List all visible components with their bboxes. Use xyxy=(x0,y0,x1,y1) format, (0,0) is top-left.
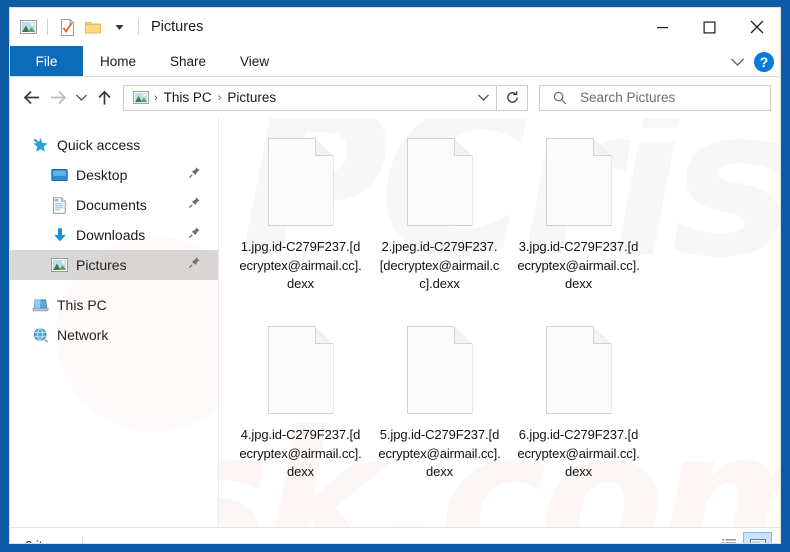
title-bar: Pictures xyxy=(10,8,780,46)
pin-icon-desktop[interactable] xyxy=(188,166,201,184)
qat-separator-1 xyxy=(47,19,48,35)
sidebar-gap-1 xyxy=(10,280,218,290)
pictures-folder-icon[interactable] xyxy=(18,17,38,37)
computer-icon xyxy=(32,297,49,314)
tab-file[interactable]: File xyxy=(10,46,83,76)
file-grid: 1.jpg.id-C279F237.[decryptex@airmail.cc]… xyxy=(219,118,780,506)
blank-document-icon xyxy=(406,138,473,226)
file-item[interactable]: 2.jpeg.id-C279F237.[decryptex@airmail.cc… xyxy=(370,130,509,318)
forward-button[interactable] xyxy=(45,83,70,113)
sidebar-item-network[interactable]: Network xyxy=(10,320,218,350)
file-name: 2.jpeg.id-C279F237.[decryptex@airmail.cc… xyxy=(379,239,500,291)
star-icon xyxy=(32,137,49,154)
file-item[interactable]: 1.jpg.id-C279F237.[decryptex@airmail.cc]… xyxy=(231,130,370,318)
documents-icon xyxy=(51,196,68,214)
breadcrumb-separator-2: › xyxy=(217,91,222,104)
blank-document-icon xyxy=(545,138,612,226)
pictures-icon xyxy=(51,257,68,274)
address-dropdown-chevron-icon[interactable] xyxy=(472,86,494,110)
sidebar-item-downloads[interactable]: Downloads xyxy=(10,220,218,250)
file-item[interactable]: 3.jpg.id-C279F237.[decryptex@airmail.cc]… xyxy=(509,130,648,318)
new-folder-icon[interactable] xyxy=(83,17,103,37)
blank-document-icon xyxy=(406,326,473,414)
explorer-content: Quick access Desktop Documents Downloads… xyxy=(10,118,780,527)
tab-home[interactable]: Home xyxy=(83,46,153,76)
pin-icon-downloads[interactable] xyxy=(188,226,201,244)
minimize-button[interactable] xyxy=(639,8,686,46)
navigation-pane: Quick access Desktop Documents Downloads… xyxy=(10,118,219,527)
sidebar-label-pictures: Pictures xyxy=(76,257,127,273)
downloads-icon xyxy=(51,227,68,244)
file-name: 3.jpg.id-C279F237.[decryptex@airmail.cc]… xyxy=(517,239,640,291)
sidebar-item-desktop[interactable]: Desktop xyxy=(10,160,218,190)
sidebar-label-documents: Documents xyxy=(76,197,147,213)
search-icon xyxy=(550,88,570,108)
tab-view[interactable]: View xyxy=(223,46,286,76)
blank-document-icon xyxy=(545,326,612,414)
maximize-button[interactable] xyxy=(686,8,733,46)
breadcrumb-this-pc[interactable]: This PC xyxy=(161,90,215,105)
sidebar-item-quick-access[interactable]: Quick access xyxy=(10,130,218,160)
sidebar-item-documents[interactable]: Documents xyxy=(10,190,218,220)
tab-share[interactable]: Share xyxy=(153,46,223,76)
sidebar-label-network: Network xyxy=(57,327,109,343)
recent-locations-chevron-icon[interactable] xyxy=(71,83,91,113)
details-view-button[interactable] xyxy=(714,532,743,543)
sidebar-label-this-pc: This PC xyxy=(57,297,107,313)
ribbon-tab-bar: File Home Share View ? xyxy=(10,46,780,77)
customize-chevron-icon[interactable] xyxy=(109,17,129,37)
search-placeholder: Search Pictures xyxy=(580,90,676,105)
properties-icon[interactable] xyxy=(57,17,77,37)
refresh-button[interactable] xyxy=(498,84,528,111)
large-icons-view-button[interactable] xyxy=(743,532,772,543)
ribbon-right-controls: ? xyxy=(727,46,774,77)
file-name: 6.jpg.id-C279F237.[decryptex@airmail.cc]… xyxy=(517,427,640,479)
address-bar[interactable]: › This PC › Pictures xyxy=(123,84,497,111)
file-name: 4.jpg.id-C279F237.[decryptex@airmail.cc]… xyxy=(239,427,362,479)
file-name: 5.jpg.id-C279F237.[decryptex@airmail.cc]… xyxy=(378,427,501,479)
up-button[interactable] xyxy=(92,83,117,113)
navigation-bar: › This PC › Pictures Search Pictures xyxy=(10,77,780,118)
sidebar-label-desktop: Desktop xyxy=(76,167,128,183)
status-separator xyxy=(81,535,83,543)
blank-document-icon xyxy=(267,138,334,226)
breadcrumb-pictures[interactable]: Pictures xyxy=(224,90,279,105)
qat-separator-2 xyxy=(138,19,139,35)
expand-ribbon-chevron-icon[interactable] xyxy=(727,52,747,72)
window-title: Pictures xyxy=(151,19,204,35)
search-input[interactable]: Search Pictures xyxy=(539,84,771,111)
sidebar-item-pictures[interactable]: Pictures xyxy=(10,250,218,280)
sidebar-label-quick-access: Quick access xyxy=(57,137,141,153)
desktop-icon xyxy=(51,167,68,184)
network-icon xyxy=(32,327,49,344)
address-pictures-icon xyxy=(131,88,151,108)
file-list-pane[interactable]: PCrisk risk.com 1.jpg.id-C279F237.[decry… xyxy=(219,118,780,527)
file-item[interactable]: 5.jpg.id-C279F237.[decryptex@airmail.cc]… xyxy=(370,318,509,506)
quick-access-toolbar xyxy=(10,17,142,37)
help-button[interactable]: ? xyxy=(754,51,774,72)
file-item[interactable]: 4.jpg.id-C279F237.[decryptex@airmail.cc]… xyxy=(231,318,370,506)
window-controls xyxy=(639,8,780,46)
close-button[interactable] xyxy=(733,8,780,46)
sidebar-label-downloads: Downloads xyxy=(76,227,146,243)
blank-document-icon xyxy=(267,326,334,414)
item-count: 6 items xyxy=(25,538,67,544)
pin-icon-pictures[interactable] xyxy=(188,256,201,274)
file-name: 1.jpg.id-C279F237.[decryptex@airmail.cc]… xyxy=(239,239,362,291)
file-item[interactable]: 6.jpg.id-C279F237.[decryptex@airmail.cc]… xyxy=(509,318,648,506)
back-button[interactable] xyxy=(19,83,44,113)
pin-icon-documents[interactable] xyxy=(188,196,201,214)
status-bar: 6 items xyxy=(10,527,780,544)
explorer-window: Pictures File Home Share View ? › This P… xyxy=(9,7,781,544)
breadcrumb-separator-1: › xyxy=(154,91,158,104)
sidebar-item-this-pc[interactable]: This PC xyxy=(10,290,218,320)
